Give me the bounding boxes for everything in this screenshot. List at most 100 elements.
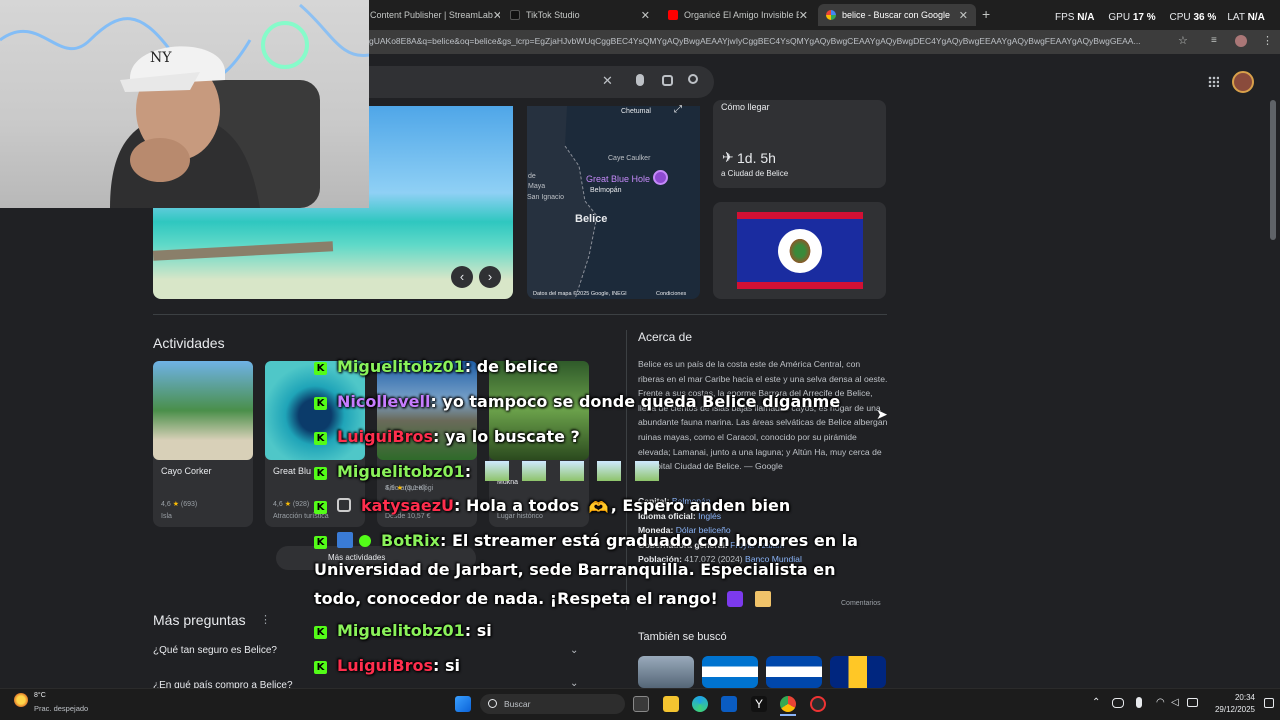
mic-tray-icon[interactable] — [1136, 697, 1142, 708]
media-icon[interactable]: ≡ — [1211, 35, 1217, 46]
battery-icon[interactable] — [1187, 698, 1198, 707]
mic-icon[interactable] — [636, 74, 644, 86]
fps-label: FPS — [1055, 12, 1075, 23]
related-barbados-flag[interactable] — [830, 656, 886, 688]
tray-chevron-icon[interactable]: ⌃ — [1092, 697, 1100, 708]
file-explorer-icon[interactable] — [663, 696, 679, 712]
chat-username: LuiguiBros — [337, 427, 433, 446]
lat-value: N/A — [1247, 12, 1265, 23]
activity-type: Isla — [161, 513, 172, 520]
windows-start-icon[interactable] — [455, 696, 471, 712]
expand-map-icon[interactable]: ⤢ — [674, 104, 682, 115]
search-icon[interactable] — [688, 74, 698, 84]
activities-title: Actividades — [153, 335, 225, 351]
google-icon — [826, 10, 836, 20]
volume-icon[interactable]: ◁ — [1171, 697, 1179, 708]
flag-tree — [788, 237, 812, 265]
sub-badge-icon — [337, 498, 351, 512]
search-input[interactable] — [360, 66, 714, 98]
map-shapes — [527, 106, 598, 299]
kick-badge-icon: K — [314, 661, 327, 674]
related-elsalvador-flag[interactable] — [766, 656, 822, 688]
activity-rating: 4,6 ★ (693) — [161, 500, 197, 508]
profile-avatar[interactable] — [1235, 35, 1247, 47]
close-icon[interactable]: ✕ — [959, 9, 968, 22]
kick-badge-icon: K — [314, 432, 327, 445]
chat-message: K Miguelitobz01: — [314, 461, 660, 481]
clock-time[interactable]: 20:34 — [1227, 693, 1255, 702]
star-icon[interactable]: ☆ — [1178, 34, 1188, 47]
faq-question[interactable]: ¿Qué tan seguro es Belice? — [153, 645, 277, 656]
close-icon[interactable]: ✕ — [641, 9, 650, 22]
wifi-icon[interactable]: ◠ — [1156, 697, 1165, 708]
tab-youtube[interactable]: Organicé El Amigo Invisible En ✕ — [660, 4, 816, 26]
tiktok-icon — [510, 10, 520, 20]
weather-icon[interactable] — [14, 693, 28, 707]
chat-message: K Miguelitobz01: de belice — [314, 357, 558, 376]
review-count: (928) — [292, 501, 310, 508]
kick-badge-icon: K — [314, 536, 327, 549]
account-avatar[interactable] — [1232, 71, 1254, 93]
chat-message-continued: Universidad de Jarbart, sede Barranquill… — [314, 560, 836, 579]
tab-streamlabs[interactable]: Content Publisher | StreamLab ✕ — [362, 4, 500, 26]
notification-icon[interactable] — [1264, 698, 1274, 708]
map-attribution: Datos del mapa ©2025 Google, INEGI — [533, 291, 627, 297]
page-scrollbar[interactable] — [1270, 100, 1276, 240]
chevron-down-icon[interactable]: ⌄ — [570, 645, 578, 656]
tab-label: Content Publisher | StreamLab — [370, 10, 493, 20]
tab-google-search[interactable]: belice - Buscar con Google ✕ — [818, 4, 976, 26]
mouse-cursor-icon: ➤ — [876, 406, 888, 422]
apps-icon[interactable] — [1208, 76, 1219, 87]
related-honduras-flag[interactable] — [702, 656, 758, 688]
close-icon[interactable]: ✕ — [493, 9, 500, 22]
app-icon[interactable]: Y — [751, 696, 767, 712]
menu-icon[interactable]: ⋮ — [1262, 34, 1273, 47]
rating-value: 4,6 — [273, 501, 283, 508]
map[interactable] — [527, 106, 700, 299]
chrome-icon[interactable] — [780, 696, 796, 712]
kick-badge-icon: K — [314, 362, 327, 375]
map-label-chetumal: Chetumal — [621, 108, 651, 115]
close-icon[interactable]: ✕ — [799, 9, 808, 22]
chat-message: K LuiguiBros: ya lo buscate ? — [314, 427, 580, 446]
tab-label: TikTok Studio — [526, 10, 580, 20]
tab-tiktok[interactable]: TikTok Studio ✕ — [502, 4, 658, 26]
clear-icon[interactable]: ✕ — [602, 73, 613, 89]
new-tab-button[interactable]: + — [982, 6, 990, 22]
feedback-link[interactable]: Comentarios — [841, 600, 881, 607]
neon-smiley — [261, 21, 309, 69]
faq-menu-icon[interactable]: ⋮ — [260, 613, 271, 626]
store-icon[interactable] — [721, 696, 737, 712]
map-pin-icon[interactable] — [653, 170, 668, 185]
activity-name: Great Blu — [273, 466, 312, 476]
task-view-icon[interactable] — [633, 696, 649, 712]
star-icon: ★ — [172, 501, 179, 508]
verified-icon — [359, 535, 371, 547]
webcam-drawing: NY — [0, 3, 369, 208]
prev-image-button[interactable]: ‹ — [451, 266, 473, 288]
heart-hands-icon: 🫶 — [588, 498, 609, 517]
tab-label: belice - Buscar con Google — [842, 10, 951, 20]
edge-icon[interactable] — [692, 696, 708, 712]
next-image-button[interactable]: › — [479, 266, 501, 288]
review-count: (3,1 K) — [404, 485, 426, 492]
chat-message: K Miguelitobz01: si — [314, 621, 492, 640]
chat-text: : si — [464, 621, 492, 640]
activity-image — [153, 361, 253, 460]
fps-value: N/A — [1077, 12, 1095, 23]
hand — [130, 138, 190, 182]
map-label-maya: de Maya — [528, 173, 546, 190]
map-terms[interactable]: Condiciones — [656, 291, 686, 297]
clock-date[interactable]: 29/12/2025 — [1206, 705, 1255, 714]
lens-icon[interactable] — [662, 75, 673, 86]
taskbar-search[interactable] — [480, 694, 625, 714]
chat-username: katysaezU — [361, 496, 454, 515]
emote-icon — [635, 461, 660, 481]
related-guatemala-image[interactable] — [638, 656, 694, 688]
obs-icon[interactable] — [810, 696, 826, 712]
cloud-icon[interactable] — [1112, 698, 1124, 708]
url-field[interactable]: gUAKo8E8A&q=belice&oq=belice&gs_lcrp=EgZ… — [369, 36, 1169, 46]
about-title: Acerca de — [638, 330, 693, 344]
gpu-label: GPU — [1108, 12, 1131, 23]
chat-message: K BotRix: El streamer está graduado con h… — [314, 531, 858, 550]
